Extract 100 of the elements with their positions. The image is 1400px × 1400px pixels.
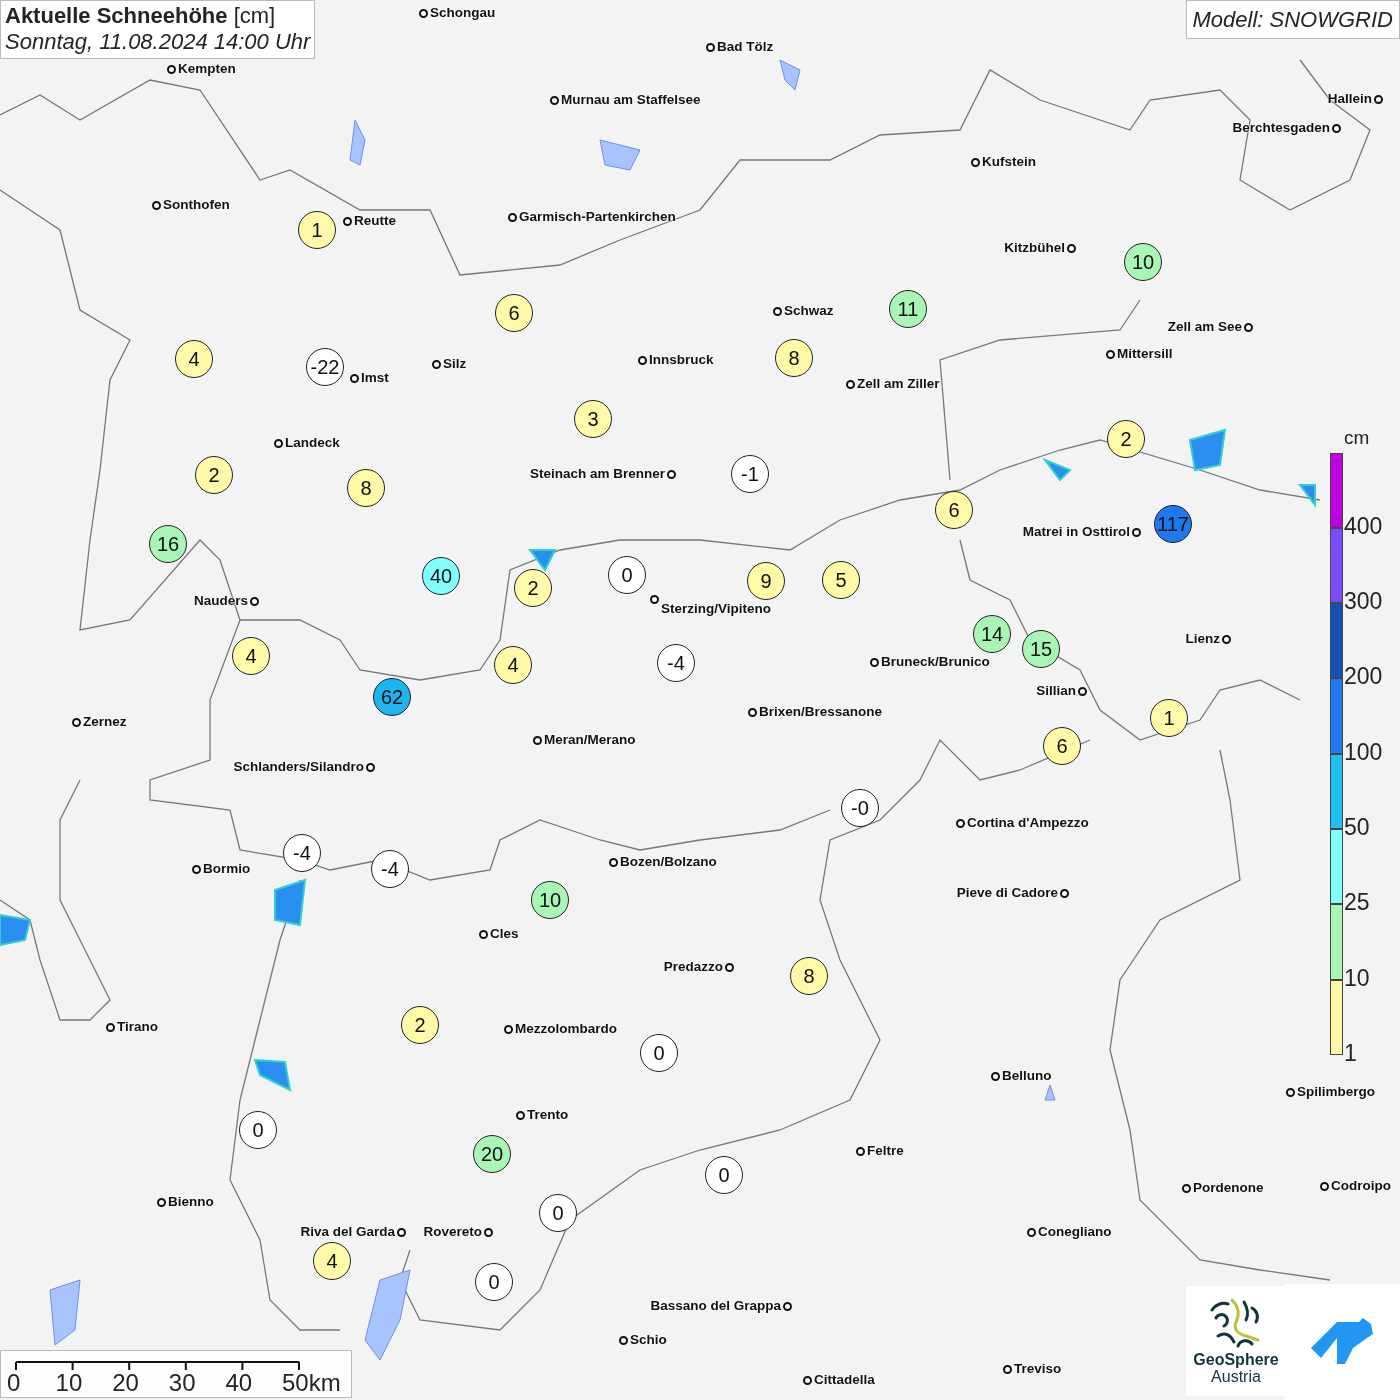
location-dot-icon	[479, 929, 488, 939]
city-label: Zell am Ziller	[857, 374, 940, 393]
snow-depth-marker: 4	[175, 340, 213, 378]
logo-name: GeoSphere	[1193, 1352, 1279, 1369]
city-label: Schio	[630, 1330, 667, 1349]
city-label: Rovereto	[423, 1222, 482, 1241]
snow-depth-marker: -22	[306, 348, 344, 386]
snow-depth-marker: -4	[371, 850, 409, 888]
location-dot-icon	[971, 157, 980, 167]
snow-depth-marker: 10	[531, 881, 569, 919]
snow-depth-marker: 0	[475, 1263, 513, 1301]
city-label: Zernez	[83, 712, 127, 731]
scale-label: 40	[225, 1371, 253, 1395]
city-label: Reutte	[354, 211, 396, 230]
city-label: Kitzbühel	[1004, 238, 1065, 257]
city-label: Sillian	[1036, 681, 1076, 700]
snow-depth-marker: 0	[608, 556, 646, 594]
city-label: Kufstein	[982, 152, 1036, 171]
snow-depth-marker: 3	[574, 400, 612, 438]
location-dot-icon	[725, 962, 734, 972]
snow-depth-marker: 6	[1043, 727, 1081, 765]
location-dot-icon	[783, 1301, 792, 1311]
snow-depth-marker: 40	[422, 557, 460, 595]
snow-depth-marker: 15	[1022, 630, 1060, 668]
location-dot-icon	[1003, 1364, 1012, 1374]
city-label: Innsbruck	[649, 350, 714, 369]
city-label: Codroipo	[1331, 1176, 1391, 1195]
snow-depth-marker: 5	[822, 561, 860, 599]
location-dot-icon	[706, 42, 715, 52]
city-label: Spilimbergo	[1297, 1082, 1375, 1101]
city-label: Schlanders/Silandro	[233, 757, 364, 776]
city-label: Cles	[490, 924, 519, 943]
snow-depth-marker: 4	[313, 1242, 351, 1280]
city-label: Bozen/Bolzano	[620, 852, 717, 871]
city-label: Mittersill	[1117, 344, 1173, 363]
city-label: Kempten	[178, 59, 236, 78]
location-dot-icon	[419, 8, 428, 18]
location-dot-icon	[1374, 94, 1383, 104]
city-label: Landeck	[285, 433, 340, 452]
snow-depth-marker: 9	[747, 562, 785, 600]
scale-label: 10	[55, 1371, 83, 1395]
location-dot-icon	[343, 216, 352, 226]
snow-depth-marker: 4	[494, 646, 532, 684]
snow-depth-marker: 16	[149, 525, 187, 563]
city-label: Bruneck/Brunico	[881, 652, 990, 671]
city-label: Conegliano	[1038, 1222, 1112, 1241]
snow-depth-marker: -1	[731, 455, 769, 493]
city-label: Riva del Garda	[300, 1222, 395, 1241]
scale-label: 0	[7, 1371, 21, 1395]
location-dot-icon	[106, 1022, 115, 1032]
snow-depth-marker: 0	[705, 1156, 743, 1194]
location-dot-icon	[1078, 686, 1087, 696]
location-dot-icon	[748, 707, 757, 717]
location-dot-icon	[508, 212, 517, 222]
location-dot-icon	[1286, 1087, 1295, 1097]
map-title: Aktuelle Schneehöhe [cm]	[5, 3, 277, 30]
timestamp: Sonntag, 11.08.2024 14:00 Uhr	[5, 29, 311, 56]
city-label: Treviso	[1014, 1359, 1062, 1378]
location-dot-icon	[1222, 634, 1231, 644]
snow-depth-marker: 6	[935, 491, 973, 529]
city-label: Bormio	[203, 859, 251, 878]
location-dot-icon	[432, 359, 441, 369]
location-dot-icon	[870, 657, 879, 667]
city-label: Imst	[361, 368, 389, 387]
snow-depth-marker: 1	[1150, 699, 1188, 737]
location-dot-icon	[516, 1110, 525, 1120]
snow-depth-marker: 1	[298, 211, 336, 249]
location-dot-icon	[609, 857, 618, 867]
snow-depth-marker: 4	[232, 637, 270, 675]
scale-label: 30	[168, 1371, 196, 1395]
snow-depth-marker: 2	[1107, 420, 1145, 458]
location-dot-icon	[167, 64, 176, 74]
location-dot-icon	[533, 735, 542, 745]
city-label: Sterzing/Vipiteno	[661, 599, 771, 618]
legend-label: 300	[1344, 590, 1383, 614]
snow-depth-marker: 117	[1154, 505, 1192, 543]
city-label: Tirano	[117, 1017, 158, 1036]
city-label: Berchtesgaden	[1232, 118, 1330, 137]
city-label: Trento	[527, 1105, 569, 1124]
city-label: Cittadella	[814, 1370, 875, 1389]
location-dot-icon	[1244, 322, 1253, 332]
snow-depth-marker: 8	[790, 957, 828, 995]
snow-depth-marker: 2	[514, 569, 552, 607]
city-label: Predazzo	[663, 957, 723, 976]
legend-label: 10	[1344, 966, 1370, 990]
legend-unit: cm	[1344, 426, 1371, 450]
city-label: Brixen/Bressanone	[759, 702, 883, 721]
legend-label: 100	[1344, 740, 1383, 764]
city-label: Lienz	[1185, 629, 1220, 648]
location-dot-icon	[550, 95, 559, 105]
city-label: Zell am See	[1167, 317, 1242, 336]
location-dot-icon	[484, 1227, 493, 1237]
city-label: Schwaz	[784, 301, 834, 320]
city-label: Pordenone	[1193, 1178, 1264, 1197]
location-dot-icon	[650, 594, 659, 604]
location-dot-icon	[1182, 1183, 1191, 1193]
city-label: Belluno	[1002, 1066, 1052, 1085]
snow-depth-marker: 0	[640, 1034, 678, 1072]
location-dot-icon	[1106, 349, 1115, 359]
city-label: Feltre	[867, 1141, 904, 1160]
